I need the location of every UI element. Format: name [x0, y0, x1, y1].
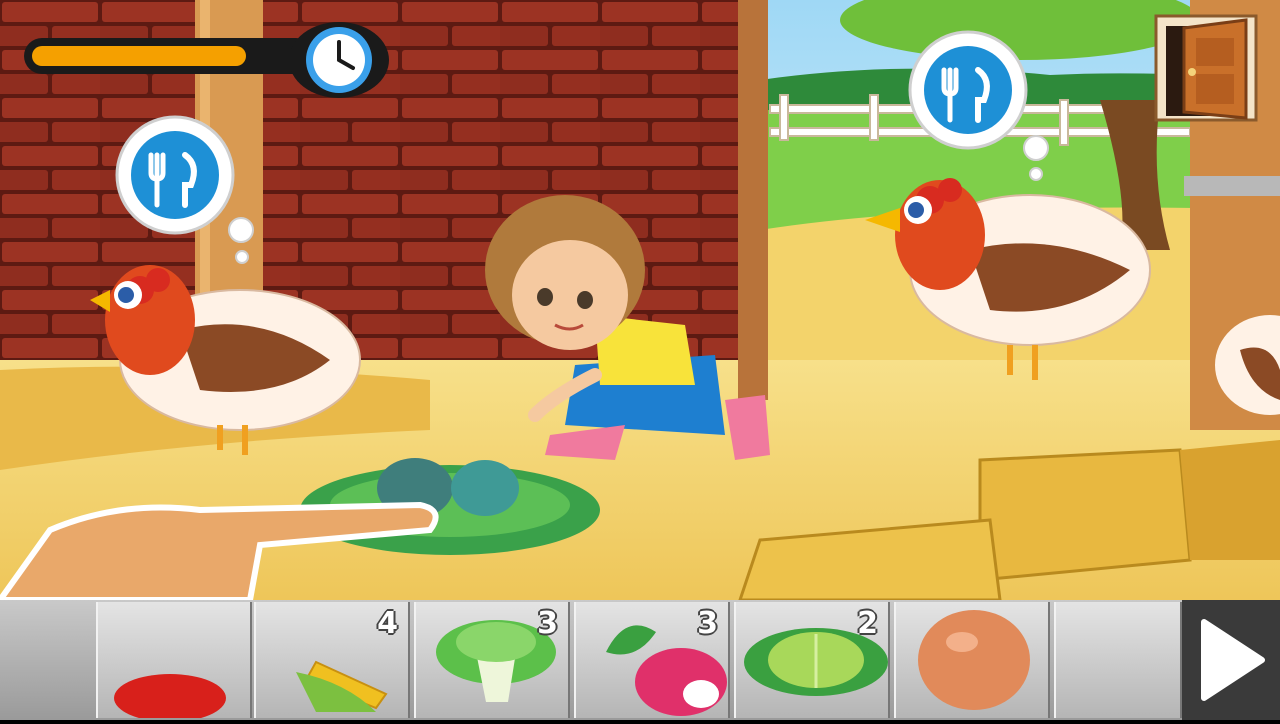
inventory-slot-empty[interactable]	[1054, 602, 1182, 718]
inventory-slot-cabbage[interactable]: 2	[734, 602, 890, 718]
timer-bar	[24, 36, 324, 76]
apple-icon	[114, 674, 226, 718]
next-button[interactable]	[1182, 600, 1280, 720]
chicken-left[interactable]	[70, 250, 370, 465]
item-count: 3	[537, 606, 558, 641]
inventory-toolbar: 4 3 3 2	[0, 600, 1280, 720]
girl-character	[485, 195, 770, 460]
tutorial-hand-pointer	[0, 501, 439, 600]
game-scene	[0, 0, 1280, 600]
chicken-edge[interactable]	[1210, 310, 1280, 430]
inventory-slot-lettuce[interactable]: 3	[414, 602, 570, 718]
clock-icon	[289, 22, 389, 98]
inventory-slot-egg[interactable]	[894, 602, 1050, 718]
chicken-right[interactable]	[860, 170, 1160, 385]
item-count: 2	[857, 606, 878, 641]
item-count: 4	[377, 606, 398, 641]
timer-fill	[32, 46, 246, 66]
play-arrow-icon	[1201, 619, 1265, 701]
item-count: 3	[697, 606, 718, 641]
inventory-slot-corn[interactable]: 4	[254, 602, 410, 718]
inventory-slot-apple[interactable]	[96, 602, 252, 718]
inventory-slot-radish[interactable]: 3	[574, 602, 730, 718]
egg-icon	[918, 610, 1030, 710]
door-icon[interactable]	[1154, 14, 1258, 122]
